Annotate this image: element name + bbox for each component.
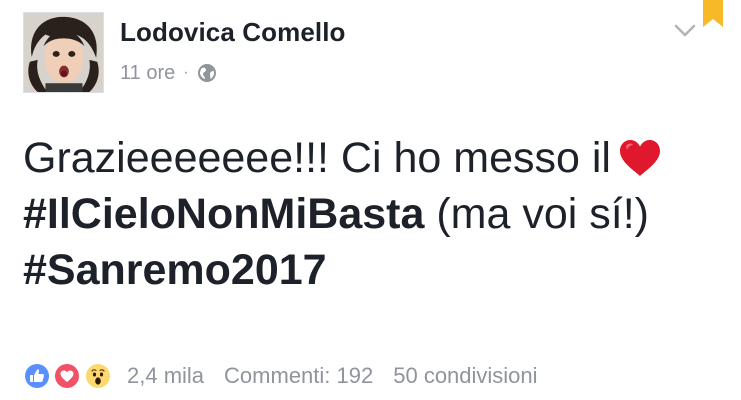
like-icon xyxy=(23,362,51,390)
globe-icon[interactable] xyxy=(197,63,217,83)
hashtag-ilcielononmibasta[interactable]: #IlCieloNonMiBasta xyxy=(23,190,424,238)
reaction-icons[interactable] xyxy=(23,357,121,395)
post-text-aside: (ma voi sí!) xyxy=(424,190,649,238)
author-avatar[interactable] xyxy=(23,12,104,93)
author-name[interactable]: Lodovica Comello xyxy=(120,17,346,48)
reaction-count[interactable]: 2,4 mila xyxy=(127,363,204,389)
chevron-down-icon[interactable] xyxy=(673,20,697,40)
heart-emoji xyxy=(619,140,660,176)
avatar-image xyxy=(24,13,103,92)
wow-icon xyxy=(84,362,112,390)
facebook-post: Lodovica Comello 11 ore · Grazieeeeeee!!… xyxy=(0,0,741,400)
love-icon xyxy=(53,362,81,390)
post-text-line-2: #IlCieloNonMiBasta (ma voi sí!) xyxy=(23,186,723,242)
post-text-line-3: #Sanremo2017 xyxy=(23,242,723,298)
post-timestamp[interactable]: 11 ore xyxy=(120,62,175,85)
post-footer: 2,4 mila Commenti: 192 50 condivisioni xyxy=(23,357,538,395)
post-text-line-1: Grazieeeeeee!!! Ci ho messo il xyxy=(23,130,723,186)
post-meta: 11 ore · xyxy=(120,60,217,86)
comments-count[interactable]: Commenti: 192 xyxy=(224,363,373,389)
shares-count[interactable]: 50 condivisioni xyxy=(393,363,537,389)
post-text-intro: Grazieeeeeee!!! Ci ho messo il xyxy=(23,134,611,182)
hashtag-sanremo2017[interactable]: #Sanremo2017 xyxy=(23,246,327,294)
post-text: Grazieeeeeee!!! Ci ho messo il #IlCieloN… xyxy=(23,130,723,298)
bookmark-icon[interactable] xyxy=(701,0,725,28)
meta-separator: · xyxy=(183,64,189,81)
